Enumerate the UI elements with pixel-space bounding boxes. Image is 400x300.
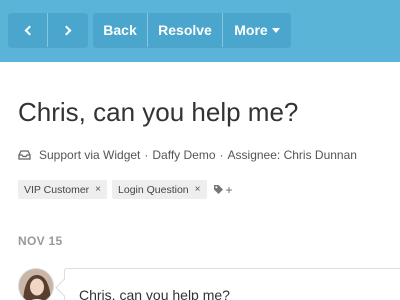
tag-vip-customer: VIP Customer ×: [18, 180, 108, 199]
back-button[interactable]: Back: [93, 13, 148, 47]
action-button-group: Back Resolve More: [93, 13, 291, 47]
tag-list: VIP Customer × Login Question × +: [18, 180, 233, 199]
chevron-left-icon: [24, 25, 34, 35]
previous-button[interactable]: [8, 13, 48, 47]
avatar: [18, 268, 54, 300]
meta-company[interactable]: Daffy Demo: [152, 148, 215, 162]
meta-separator: ·: [144, 148, 149, 162]
remove-tag-button[interactable]: ×: [95, 184, 101, 195]
chevron-right-icon: [61, 25, 72, 35]
top-toolbar: Back Resolve More: [0, 0, 400, 62]
message-text: Chris, can you help me?: [79, 287, 230, 300]
tag-label: VIP Customer: [24, 183, 90, 196]
add-tag-label: +: [225, 182, 233, 197]
resolve-button[interactable]: Resolve: [148, 13, 223, 47]
tag-icon: [213, 185, 223, 194]
conversation-meta: Support via Widget · Daffy Demo · Assign…: [18, 148, 357, 162]
tag-label: Login Question: [118, 183, 189, 196]
next-button[interactable]: [48, 13, 88, 47]
add-tag-button[interactable]: +: [213, 183, 233, 197]
nav-button-group: [8, 13, 88, 47]
conversation-title: Chris, can you help me?: [18, 97, 299, 127]
meta-source: Support via Widget: [39, 148, 141, 162]
caret-down-icon: [271, 28, 280, 33]
meta-separator: ·: [219, 148, 224, 162]
meta-assignee[interactable]: Assignee: Chris Dunnan: [228, 148, 357, 162]
more-button-label: More: [234, 22, 268, 38]
date-divider: NOV 15: [18, 234, 63, 248]
message-bubble: Chris, can you help me?: [64, 268, 400, 300]
tag-login-question: Login Question ×: [112, 180, 207, 199]
more-dropdown-button[interactable]: More: [223, 13, 291, 47]
remove-tag-button[interactable]: ×: [195, 184, 201, 195]
inbox-icon: [18, 150, 31, 160]
